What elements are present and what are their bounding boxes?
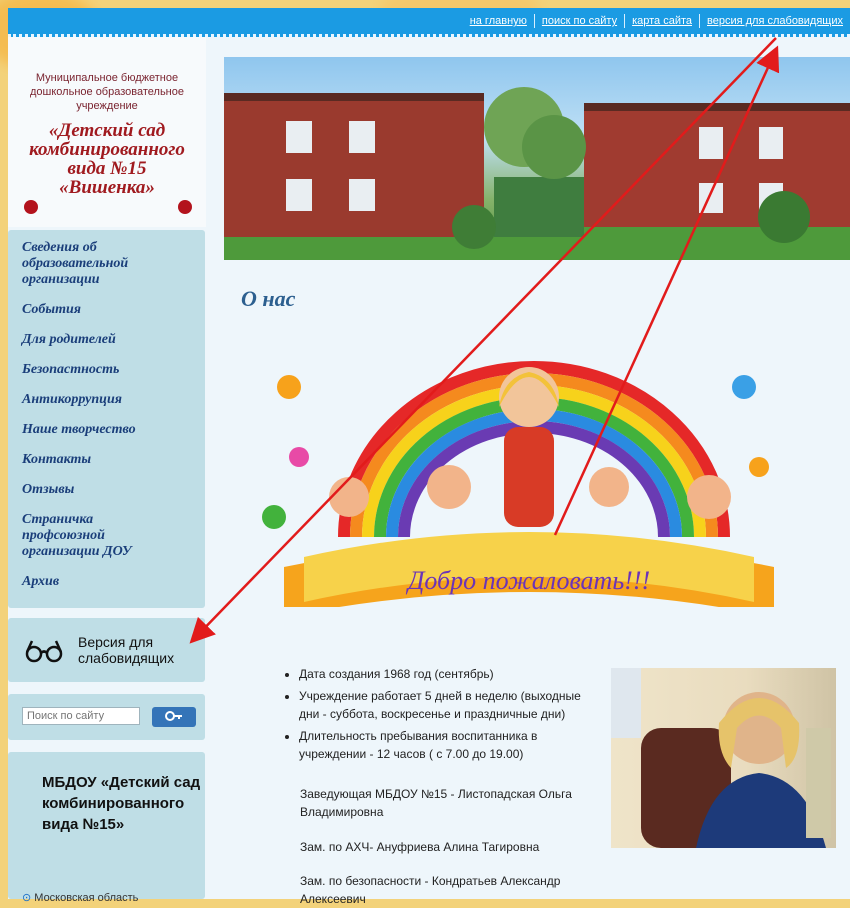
sidebar-menu: Сведения об образовательной организации … (8, 230, 205, 608)
building-photo (224, 57, 850, 260)
top-nav-bar: на главную поиск по сайту карта сайта ве… (8, 8, 850, 37)
org-name-line: «Детский сад (48, 120, 166, 141)
nav-link-site-search[interactable]: поиск по сайту (533, 14, 624, 28)
location-pin-icon: ⊙ (22, 892, 32, 904)
org-address: ⊙ Московская область (22, 891, 138, 904)
sidebar-item-reviews[interactable]: Отзывы (8, 482, 205, 498)
nav-link-home[interactable]: на главную (463, 14, 534, 28)
org-name: «Детский сад комбинированного вида №15 «… (8, 121, 206, 197)
fact-item: Длительность пребывания воспитанника в у… (299, 727, 581, 763)
search-icon (165, 710, 182, 721)
org-name-line: комбинированного (29, 139, 185, 160)
sidebar-item-union-page[interactable]: Страничка профсоюзной организации ДОУ (8, 512, 172, 560)
org-info-title: МБДОУ «Детский сад комбинированного вида… (42, 774, 201, 833)
search-panel (8, 694, 205, 740)
org-type-text: Муниципальное бюджетное дошкольное образ… (30, 72, 184, 112)
sidebar-item-creativity[interactable]: Наше творчество (8, 422, 205, 438)
org-name-line: вида №15 (67, 158, 147, 179)
sidebar-item-archive[interactable]: Архив (8, 574, 205, 590)
org-name-line: «Вишенка» (59, 177, 155, 198)
welcome-banner: Добро пожаловать!!! (262, 361, 774, 607)
sidebar-item-contacts[interactable]: Контакты (8, 452, 205, 468)
vision-version-button[interactable]: Версия для слабовидящих (8, 618, 205, 682)
building-illustration (224, 87, 850, 260)
staff-deputy-household: Зам. по АХЧ- Ануфриева Алина Тагировна (300, 840, 540, 854)
nav-link-site-map[interactable]: карта сайта (624, 14, 699, 28)
welcome-banner-text: Добро пожаловать!!! (405, 566, 650, 595)
search-button[interactable] (152, 707, 196, 727)
fact-item: Дата создания 1968 год (сентябрь) (299, 665, 581, 683)
page-content: Муниципальное бюджетное дошкольное образ… (8, 37, 850, 906)
cherry-right-icon (178, 200, 192, 214)
director-photo (611, 668, 836, 848)
cherry-left-icon (24, 200, 38, 214)
vision-version-label: Версия для слабовидящих (78, 634, 175, 666)
org-logo-block[interactable]: Муниципальное бюджетное дошкольное образ… (8, 37, 206, 227)
sidebar-item-anticorruption[interactable]: Антикоррупция (8, 392, 205, 408)
sidebar-item-safety[interactable]: Безопастность (8, 362, 205, 378)
org-info-card: МБДОУ «Детский сад комбинированного вида… (8, 752, 205, 904)
about-facts: Дата создания 1968 год (сентябрь) Учрежд… (281, 665, 581, 767)
glasses-icon (25, 640, 63, 663)
nav-link-vision-version[interactable]: версия для слабовидящих (699, 14, 850, 28)
fact-item: Учреждение работает 5 дней в неделю (вых… (299, 687, 581, 723)
sidebar-item-parents[interactable]: Для родителей (8, 332, 205, 348)
staff-director: Заведующая МБДОУ №15 - Листопадская Ольг… (300, 787, 572, 819)
page-title: О нас (241, 286, 296, 311)
sidebar-item-org-info[interactable]: Сведения об образовательной организации (8, 240, 152, 288)
director-portrait (611, 668, 831, 848)
sidebar-item-events[interactable]: События (8, 302, 205, 318)
staff-deputy-safety: Зам. по безопасности - Кондратьев Алекса… (300, 874, 561, 906)
search-input[interactable] (22, 707, 140, 725)
org-address-text: Московская область (34, 892, 139, 904)
